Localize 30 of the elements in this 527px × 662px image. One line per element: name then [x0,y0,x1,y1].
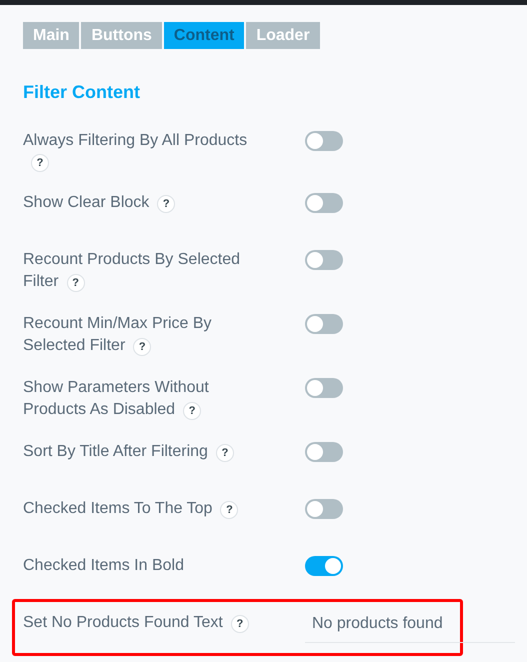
setting-label: Checked Items To The Top [23,499,212,519]
help-icon[interactable]: ? [31,154,49,172]
help-icon[interactable]: ? [230,615,249,633]
setting-label: Filter [23,272,59,292]
setting-label: Recount Products By Selected [23,250,240,270]
help-icon[interactable]: ? [220,501,238,519]
setting-label: Show Parameters Without [23,378,209,398]
setting-label: Recount Min/Max Price By [23,314,212,334]
setting-label: Selected Filter [23,336,126,356]
toggle-switch[interactable] [305,556,343,576]
help-icon[interactable]: ? [133,338,152,356]
toggle-switch[interactable] [305,499,343,519]
section-title: Filter Content [23,81,141,104]
toggle-switch[interactable] [305,314,343,334]
toggle-switch[interactable] [305,131,343,151]
help-icon[interactable]: ? [183,402,202,420]
setting-label: Show Clear Block [23,193,150,213]
help-icon[interactable]: ? [157,195,176,213]
toggle-switch[interactable] [305,378,343,398]
help-icon[interactable]: ? [66,274,85,292]
toggle-switch[interactable] [305,442,343,462]
toggle-switch[interactable] [305,193,343,213]
setting-label: Products As Disabled [23,400,176,420]
toggle-switch[interactable] [305,250,343,270]
setting-label: Checked Items In Bold [23,556,184,576]
setting-label: Sort By Title After Filtering [23,442,208,462]
text-field[interactable]: No products found [305,610,515,643]
setting-label: Set No Products Found Text [23,613,223,633]
setting-label: Always Filtering By All Products [23,131,248,151]
help-icon[interactable]: ? [216,444,234,462]
